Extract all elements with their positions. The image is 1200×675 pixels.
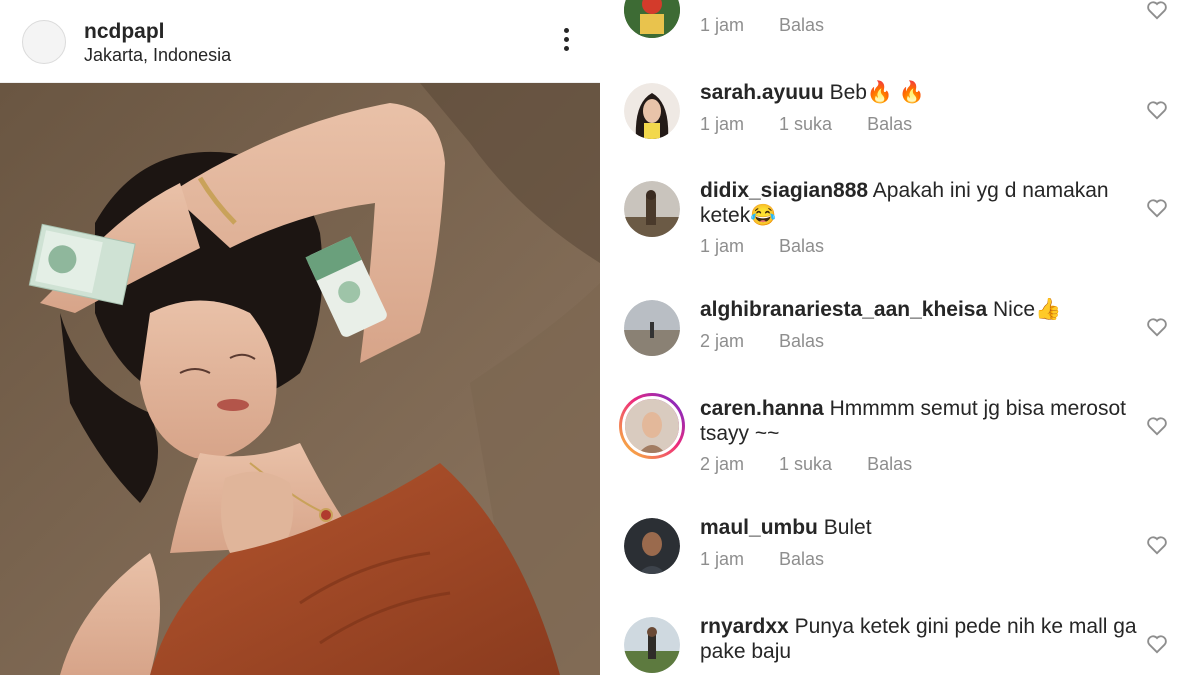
heart-outline-icon[interactable] [1146,634,1168,654]
comment-text-block: sarah.ayuuu Beb🔥 🔥 [700,80,1140,105]
comments-panel: 1 jam Balas sarah.ayuuu Beb🔥 🔥 1 jam 1 s… [600,0,1200,675]
reply-button[interactable]: Balas [779,331,824,351]
comment-username[interactable]: rnyardxx [700,615,789,638]
post-photo[interactable] [0,83,600,675]
comment-meta: 1 jam 1 suka Balas [700,114,942,135]
heart-outline-icon[interactable] [1146,416,1168,436]
comment-username[interactable]: maul_umbu [700,516,818,539]
comment-username[interactable]: caren.hanna [700,397,824,420]
avatar-image [624,300,680,356]
comment-text-block: caren.hanna Hmmmm semut jg bisa merosot … [700,396,1140,446]
reply-button[interactable]: Balas [867,114,912,134]
comment-time: 1 jam [700,236,745,256]
reply-button[interactable]: Balas [779,236,824,256]
comment-username[interactable]: sarah.ayuuu [700,81,824,104]
commenter-avatar-story[interactable] [619,393,685,459]
post-header: ncdpapl Jakarta, Indonesia [0,0,600,83]
comment-time: 1 jam [700,15,745,35]
comment-time: 1 jam [700,114,745,134]
commenter-avatar[interactable] [624,0,680,38]
post-photo-illustration [0,83,600,675]
heart-outline-icon[interactable] [1146,198,1168,218]
comment-text-block: rnyardxx Punya ketek gini pede nih ke ma… [700,614,1140,664]
comment-username[interactable]: alghibranariesta_aan_kheisa [700,298,987,321]
commenter-avatar[interactable] [624,518,680,574]
avatar-image [624,0,680,38]
avatar-image [624,518,680,574]
avatar-image [624,617,680,673]
heart-outline-icon[interactable] [1146,535,1168,555]
reply-button[interactable]: Balas [779,15,824,35]
post-location[interactable]: Jakarta, Indonesia [84,45,231,66]
commenter-avatar[interactable] [624,83,680,139]
commenter-avatar[interactable] [624,181,680,237]
heart-outline-icon[interactable] [1146,317,1168,337]
reply-button[interactable]: Balas [867,454,912,474]
commenter-avatar[interactable] [624,300,680,356]
comment-time: 2 jam [700,454,745,474]
heart-outline-icon[interactable] [1146,0,1168,20]
comment-meta: 1 jam Balas [700,15,854,36]
avatar-image [624,83,680,139]
commenter-avatar[interactable] [624,617,680,673]
comment-body: Nice👍 [993,298,1062,321]
comment-body: Beb🔥 🔥 [829,81,926,104]
post-panel: ncdpapl Jakarta, Indonesia [0,0,600,675]
comment-text-block: didix_siagian888 Apakah ini yg d namakan… [700,178,1140,228]
comment-meta: 2 jam Balas [700,331,854,352]
comment-meta: 1 jam Balas [700,549,854,570]
comment-meta: 2 jam 1 suka Balas [700,454,942,475]
avatar-image [624,181,680,237]
comment-likes[interactable]: 1 suka [779,114,832,134]
comment-meta: 1 jam Balas [700,236,854,257]
comment-body: Bulet [823,516,872,539]
avatar-image [625,399,679,453]
poster-username[interactable]: ncdpapl [84,20,165,44]
comment-username[interactable]: didix_siagian888 [700,179,868,202]
comment-text-block: maul_umbu Bulet [700,515,1140,540]
heart-outline-icon[interactable] [1146,100,1168,120]
poster-avatar[interactable] [22,20,66,64]
comment-likes[interactable]: 1 suka [779,454,832,474]
comment-time: 2 jam [700,331,745,351]
comment-time: 1 jam [700,549,745,569]
reply-button[interactable]: Balas [779,549,824,569]
comment-text-block: alghibranariesta_aan_kheisa Nice👍 [700,297,1140,322]
more-options-icon[interactable] [552,28,580,58]
instagram-post-view: ncdpapl Jakarta, Indonesia 1 jam Balas s… [0,0,1200,675]
